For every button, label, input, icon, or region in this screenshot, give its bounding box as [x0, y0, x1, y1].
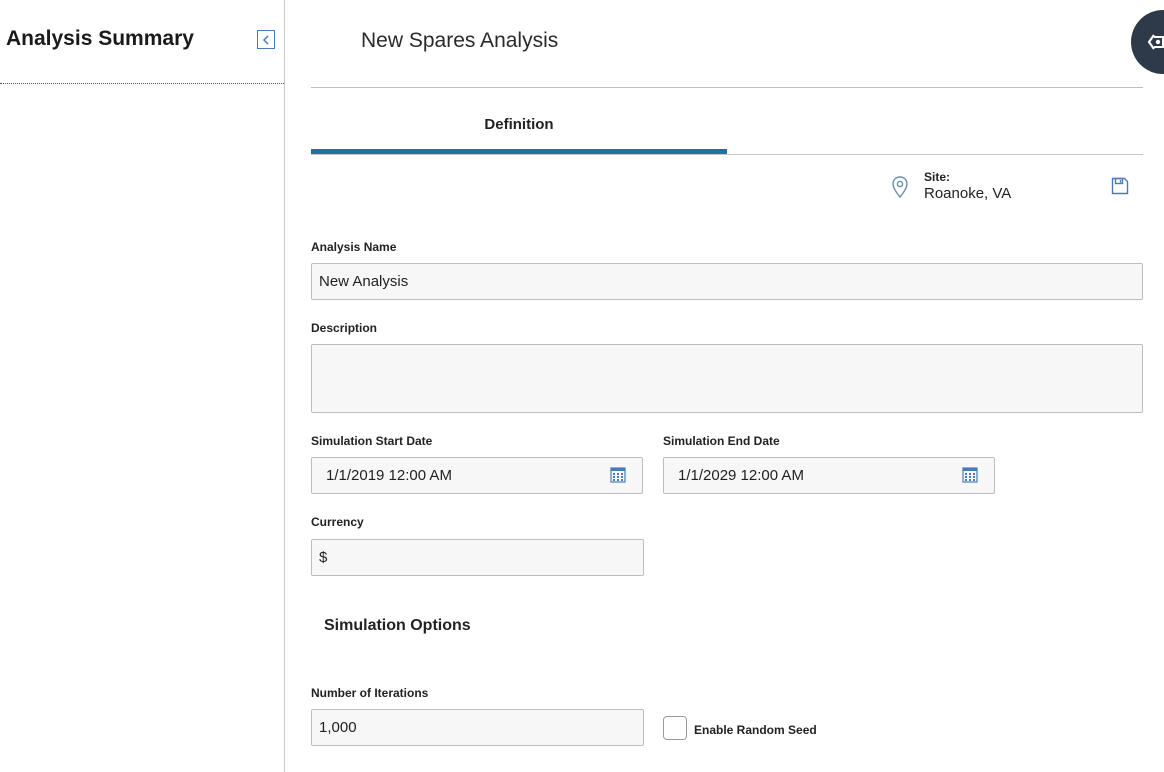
site-label: Site: — [924, 170, 951, 184]
simulation-start-date-label: Simulation Start Date — [311, 434, 433, 448]
site-value: Roanoke, VA — [924, 185, 1012, 202]
simulation-end-date-field[interactable]: 1/1/2029 12:00 AM — [663, 457, 995, 494]
currency-input[interactable] — [311, 539, 644, 576]
corner-action-button[interactable] — [1131, 10, 1164, 74]
sidebar-header: Analysis Summary — [0, 0, 284, 84]
analysis-name-label: Analysis Name — [311, 240, 397, 254]
enable-random-seed-label: Enable Random Seed — [694, 723, 817, 737]
simulation-end-date-value: 1/1/2029 12:00 AM — [678, 467, 804, 484]
number-of-iterations-label: Number of Iterations — [311, 686, 429, 700]
simulation-end-date-label: Simulation End Date — [663, 434, 780, 448]
location-pin-icon — [892, 176, 908, 199]
number-of-iterations-input[interactable] — [311, 709, 644, 746]
simulation-start-date-field[interactable]: 1/1/2019 12:00 AM — [311, 457, 643, 494]
collapse-sidebar-button[interactable] — [257, 30, 275, 49]
calendar-icon[interactable] — [962, 466, 978, 483]
page-title: New Spares Analysis — [361, 29, 559, 52]
simulation-start-date-value: 1/1/2019 12:00 AM — [326, 467, 452, 484]
tab-definition[interactable]: Definition — [311, 88, 727, 154]
exit-arrow-icon — [1147, 34, 1164, 50]
description-textarea[interactable] — [311, 344, 1143, 413]
enable-random-seed-checkbox[interactable] — [663, 716, 687, 740]
main-panel: New Spares Analysis Definition Site: Roa… — [286, 0, 1164, 772]
sidebar-title: Analysis Summary — [6, 27, 194, 50]
tab-divider — [311, 154, 1143, 155]
analysis-name-input[interactable] — [311, 263, 1143, 300]
tab-definition-label: Definition — [484, 116, 554, 133]
tab-bar: Definition — [311, 88, 1143, 154]
calendar-icon[interactable] — [610, 466, 626, 483]
chevron-left-icon — [262, 34, 269, 45]
analysis-summary-sidebar: Analysis Summary — [0, 0, 285, 772]
simulation-options-heading: Simulation Options — [324, 617, 471, 634]
currency-label: Currency — [311, 515, 364, 529]
description-label: Description — [311, 321, 378, 335]
save-icon[interactable] — [1111, 177, 1129, 195]
